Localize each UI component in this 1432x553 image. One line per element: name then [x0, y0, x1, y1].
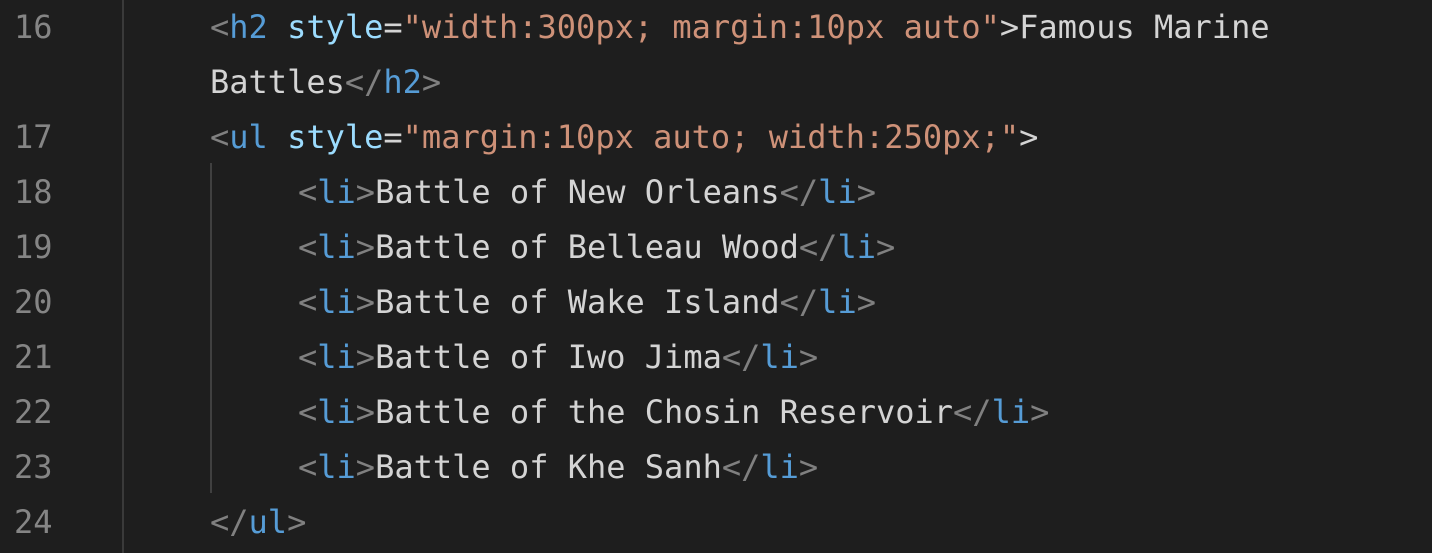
text-content: Battle of Wake Island: [375, 283, 780, 321]
punctuation: >: [355, 173, 376, 211]
line-number: 24: [14, 503, 53, 541]
text-content: Battle of the Chosin Reservoir: [375, 393, 954, 431]
punctuation: >: [355, 338, 376, 376]
line-number: 22: [14, 393, 53, 431]
code-line-23[interactable]: <li>Battle of Khe Sanh</li>: [298, 440, 818, 495]
punctuation: >: [1019, 118, 1039, 156]
attribute-value: "margin:10px auto; width:250px;": [402, 118, 1020, 156]
code-line-18[interactable]: <li>Battle of New Orleans</li>: [298, 165, 876, 220]
punctuation: <: [210, 118, 230, 156]
punctuation: <: [210, 8, 230, 46]
tag-name: li: [991, 393, 1031, 431]
punctuation: >: [355, 283, 376, 321]
punctuation: </: [721, 338, 761, 376]
tag-name: h2: [229, 8, 268, 46]
line-number: 21: [14, 338, 53, 376]
punctuation: </: [953, 393, 992, 431]
punctuation: </: [344, 63, 384, 101]
indent-guide: [210, 163, 212, 493]
code-line-16-wrap[interactable]: Battles</h2>: [210, 55, 441, 110]
attribute-name: style: [287, 8, 384, 46]
punctuation: <: [298, 448, 318, 486]
tag-name: li: [760, 448, 799, 486]
text-content: Battle of New Orleans: [375, 173, 780, 211]
punctuation: </: [210, 503, 249, 541]
punctuation: =: [383, 8, 403, 46]
tag-name: ul: [229, 118, 268, 156]
punctuation: >: [999, 8, 1020, 46]
gutter-divider: [122, 0, 124, 553]
tag-name: li: [317, 173, 356, 211]
line-number-gutter: 16 17 18 19 20 21 22 23 24: [0, 0, 123, 553]
punctuation: >: [421, 63, 442, 101]
punctuation: >: [1030, 393, 1050, 431]
punctuation: <: [298, 393, 318, 431]
text-content: Battle of Khe Sanh: [375, 448, 722, 486]
punctuation: >: [798, 338, 819, 376]
attribute-value: "width:300px; margin:10px auto": [402, 8, 1000, 46]
punctuation: =: [383, 118, 403, 156]
code-editor[interactable]: 16 17 18 19 20 21 22 23 24 <h2 style="wi…: [0, 0, 1432, 553]
tag-name: li: [837, 228, 876, 266]
tag-name: li: [818, 283, 857, 321]
punctuation: <: [298, 338, 318, 376]
tag-name: h2: [383, 63, 422, 101]
punctuation: </: [779, 283, 819, 321]
line-number: 16: [14, 8, 53, 46]
line-number: 17: [14, 118, 53, 156]
line-number: 18: [14, 173, 53, 211]
code-line-20[interactable]: <li>Battle of Wake Island</li>: [298, 275, 876, 330]
punctuation: >: [355, 448, 376, 486]
code-line-16[interactable]: <h2 style="width:300px; margin:10px auto…: [210, 0, 1270, 55]
punctuation: </: [779, 173, 819, 211]
line-number: 23: [14, 448, 53, 486]
punctuation: >: [856, 283, 876, 321]
tag-name: ul: [248, 503, 288, 541]
punctuation: <: [298, 228, 318, 266]
attribute-name: style: [287, 118, 384, 156]
text-content: Famous Marine: [1019, 8, 1270, 46]
tag-name: li: [317, 448, 356, 486]
text-content: Battle of Belleau Wood: [375, 228, 799, 266]
punctuation: >: [355, 393, 376, 431]
tag-name: li: [317, 338, 356, 376]
tag-name: li: [760, 338, 799, 376]
punctuation: <: [298, 283, 318, 321]
punctuation: <: [298, 173, 318, 211]
punctuation: >: [875, 228, 896, 266]
line-number: 20: [14, 283, 53, 321]
code-line-24[interactable]: </ul>: [210, 495, 306, 550]
code-line-22[interactable]: <li>Battle of the Chosin Reservoir</li>: [298, 385, 1049, 440]
text-content: Battle of Iwo Jima: [375, 338, 722, 376]
code-line-21[interactable]: <li>Battle of Iwo Jima</li>: [298, 330, 818, 385]
punctuation: </: [721, 448, 761, 486]
punctuation: >: [355, 228, 376, 266]
text-content: Battles: [210, 63, 345, 101]
tag-name: li: [317, 228, 356, 266]
tag-name: li: [317, 393, 356, 431]
punctuation: >: [856, 173, 876, 211]
punctuation: </: [798, 228, 838, 266]
punctuation: >: [798, 448, 819, 486]
tag-name: li: [317, 283, 356, 321]
line-number: 19: [14, 228, 53, 266]
punctuation: >: [287, 503, 307, 541]
tag-name: li: [818, 173, 857, 211]
code-line-17[interactable]: <ul style="margin:10px auto; width:250px…: [210, 110, 1038, 165]
code-line-19[interactable]: <li>Battle of Belleau Wood</li>: [298, 220, 895, 275]
